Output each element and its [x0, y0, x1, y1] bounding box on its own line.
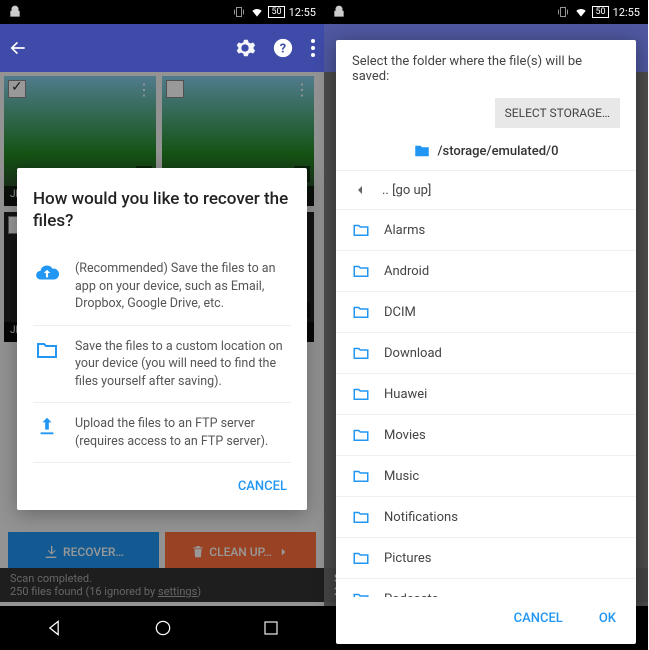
folder-outline-icon	[352, 303, 370, 321]
clock: 12:55	[613, 6, 640, 19]
current-path: /storage/emulated/0	[336, 138, 636, 170]
folder-icon	[35, 338, 59, 362]
folder-row[interactable]: Download	[336, 333, 636, 374]
folder-outline-icon	[352, 344, 370, 362]
folder-outline-icon	[352, 508, 370, 526]
status-bar: 50 12:55	[324, 0, 648, 24]
folder-row[interactable]: Music	[336, 456, 636, 497]
folder-name: Movies	[384, 428, 426, 443]
folder-picker-dialog: Select the folder where the file(s) will…	[336, 40, 636, 644]
folder-list: .. [go up] Alarms Android DCIM Download Huaw…	[336, 170, 636, 597]
nav-bar	[0, 606, 324, 650]
screen-folder-picker: 50 12:55 Scan completed. 250 files found…	[324, 0, 648, 650]
select-storage-button[interactable]: SELECT STORAGE…	[495, 98, 620, 128]
folder-name: Download	[384, 346, 442, 361]
folder-name: Music	[384, 469, 419, 484]
chevron-left-icon	[352, 182, 368, 198]
back-icon[interactable]	[8, 38, 28, 58]
wifi-icon	[574, 5, 588, 19]
folder-name: Alarms	[384, 223, 425, 238]
help-icon[interactable]: ?	[272, 37, 294, 59]
folder-outline-icon	[352, 549, 370, 567]
cloud-upload-icon	[34, 260, 60, 286]
folder-outline-icon	[352, 590, 370, 597]
folder-outline-icon	[352, 426, 370, 444]
folder-outline-icon	[352, 262, 370, 280]
vibrate-icon	[556, 5, 570, 19]
folder-row[interactable]: Podcasts	[336, 579, 636, 597]
clock: 12:55	[289, 6, 316, 19]
lock-icon	[332, 5, 346, 19]
toolbar: ?	[0, 24, 324, 72]
lock-icon	[8, 5, 22, 19]
folder-row[interactable]: Android	[336, 251, 636, 292]
option-ftp[interactable]: Upload the files to an FTP server (requi…	[33, 403, 291, 463]
dialog-scrim[interactable]: How would you like to recover the files?…	[0, 72, 324, 606]
folder-outline-icon	[352, 221, 370, 239]
folder-row[interactable]: DCIM	[336, 292, 636, 333]
folder-name: Android	[384, 264, 429, 279]
option-folder[interactable]: Save the files to a custom location on y…	[33, 326, 291, 404]
cancel-button[interactable]: CANCEL	[510, 603, 567, 634]
folder-row[interactable]: Movies	[336, 415, 636, 456]
go-up-row[interactable]: .. [go up]	[336, 171, 636, 210]
ok-button[interactable]: OK	[595, 603, 620, 634]
folder-icon	[413, 142, 431, 160]
folder-row[interactable]: Notifications	[336, 497, 636, 538]
folder-name: DCIM	[384, 305, 416, 320]
dialog-title: How would you like to recover the files?	[33, 188, 291, 232]
wifi-icon	[250, 5, 264, 19]
svg-text:?: ?	[280, 42, 286, 57]
overflow-icon[interactable]	[310, 38, 316, 58]
folder-outline-icon	[352, 385, 370, 403]
folder-row[interactable]: Alarms	[336, 210, 636, 251]
folder-outline-icon	[352, 467, 370, 485]
battery-label: 50	[592, 6, 608, 18]
folder-row[interactable]: Huawei	[336, 374, 636, 415]
upload-icon	[36, 415, 58, 437]
folder-name: Pictures	[384, 551, 431, 566]
recover-dialog: How would you like to recover the files?…	[17, 168, 307, 510]
screen-recover: 50 12:55 ? ⋮JPG, 180.48 KB ⋮JPG, 223.13 …	[0, 0, 324, 650]
battery-label: 50	[268, 6, 284, 18]
picker-title: Select the folder where the file(s) will…	[336, 54, 636, 98]
cancel-button[interactable]: CANCEL	[234, 471, 291, 502]
option-cloud[interactable]: (Recommended) Save the files to an app o…	[33, 248, 291, 326]
folder-row[interactable]: Pictures	[336, 538, 636, 579]
vibrate-icon	[232, 5, 246, 19]
folder-name: Huawei	[384, 387, 427, 402]
nav-home-icon[interactable]	[153, 618, 173, 638]
nav-back-icon[interactable]	[44, 618, 64, 638]
nav-recent-icon[interactable]	[262, 619, 280, 637]
gear-icon[interactable]	[234, 37, 256, 59]
folder-name: Notifications	[384, 510, 458, 525]
status-bar: 50 12:55	[0, 0, 324, 24]
